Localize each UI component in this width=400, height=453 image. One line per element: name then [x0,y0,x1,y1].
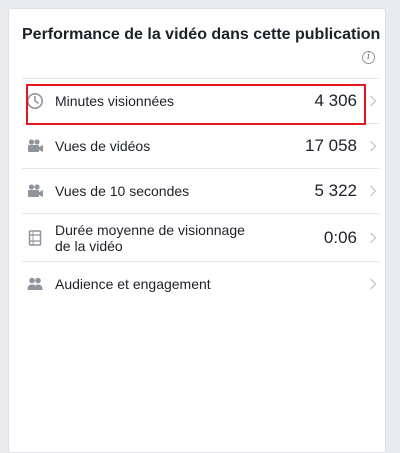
chevron-right-icon [370,95,377,107]
chevron-right-icon [370,278,377,290]
metric-label: Vues de vidéos [55,138,151,154]
video-camera-icon [28,139,43,152]
metric-value: 5 322 [314,181,357,200]
metric-label: Minutes visionnées [55,93,175,109]
metric-value: 0:06 [323,227,357,247]
chevron-right-icon [370,140,377,152]
video-performance-card: Performance de la vidéo dans cette publi… [8,8,386,453]
metric-value: 4 306 [314,91,357,110]
metric-row-10-second-views[interactable]: Vues de 10 secondes 5 322 [22,168,379,213]
video-camera-icon [28,184,43,197]
metric-row-video-views[interactable]: Vues de vidéos 17 058 [22,123,379,168]
metric-row-average-watch-time[interactable]: Durée moyenne de visionnage de la vidéo … [22,213,379,261]
info-icon[interactable]: i [362,51,375,64]
metric-row-minutes-viewed[interactable]: Minutes visionnées 4 306 [22,78,379,123]
film-icon [28,229,42,246]
metrics-list: Minutes visionnées 4 306 Vues de vidéos … [22,78,379,306]
chevron-right-icon [370,185,377,197]
metric-value: 17 058 [305,136,357,155]
chevron-right-icon [370,232,377,243]
card-title: Performance de la vidéo dans cette publi… [22,26,381,43]
metric-label: Audience et engagement [55,276,211,292]
clock-icon [27,93,43,109]
people-icon [27,277,43,290]
metric-label: Durée moyenne de visionnage de la vidéo [55,221,245,254]
metric-label: Vues de 10 secondes [55,183,190,199]
metric-row-audience-engagement[interactable]: Audience et engagement [22,261,379,306]
